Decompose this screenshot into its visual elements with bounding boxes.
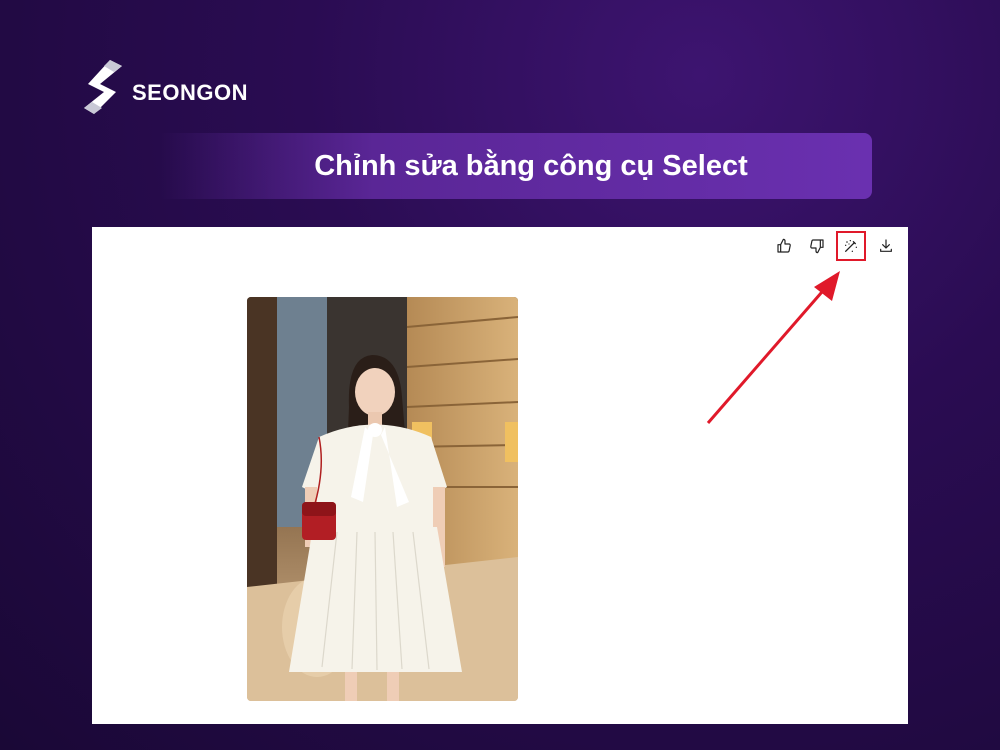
brand-logo: SEONGON xyxy=(80,58,248,116)
brand-name: SEONGON xyxy=(132,80,248,105)
generated-image[interactable] xyxy=(247,297,518,701)
title-banner: Chỉnh sửa bằng công cụ Select xyxy=(160,133,872,199)
thumbs-down-icon xyxy=(809,239,824,254)
download-button[interactable] xyxy=(869,232,902,260)
thumbs-up-icon xyxy=(776,238,791,253)
woman-in-white-dress-image xyxy=(247,297,518,701)
download-icon xyxy=(879,239,892,252)
seongon-logo-icon xyxy=(84,60,122,114)
red-pointer-arrow xyxy=(706,271,840,424)
select-edit-icon xyxy=(845,240,857,252)
page-title: Chỉnh sửa bằng công cụ Select xyxy=(314,149,748,182)
